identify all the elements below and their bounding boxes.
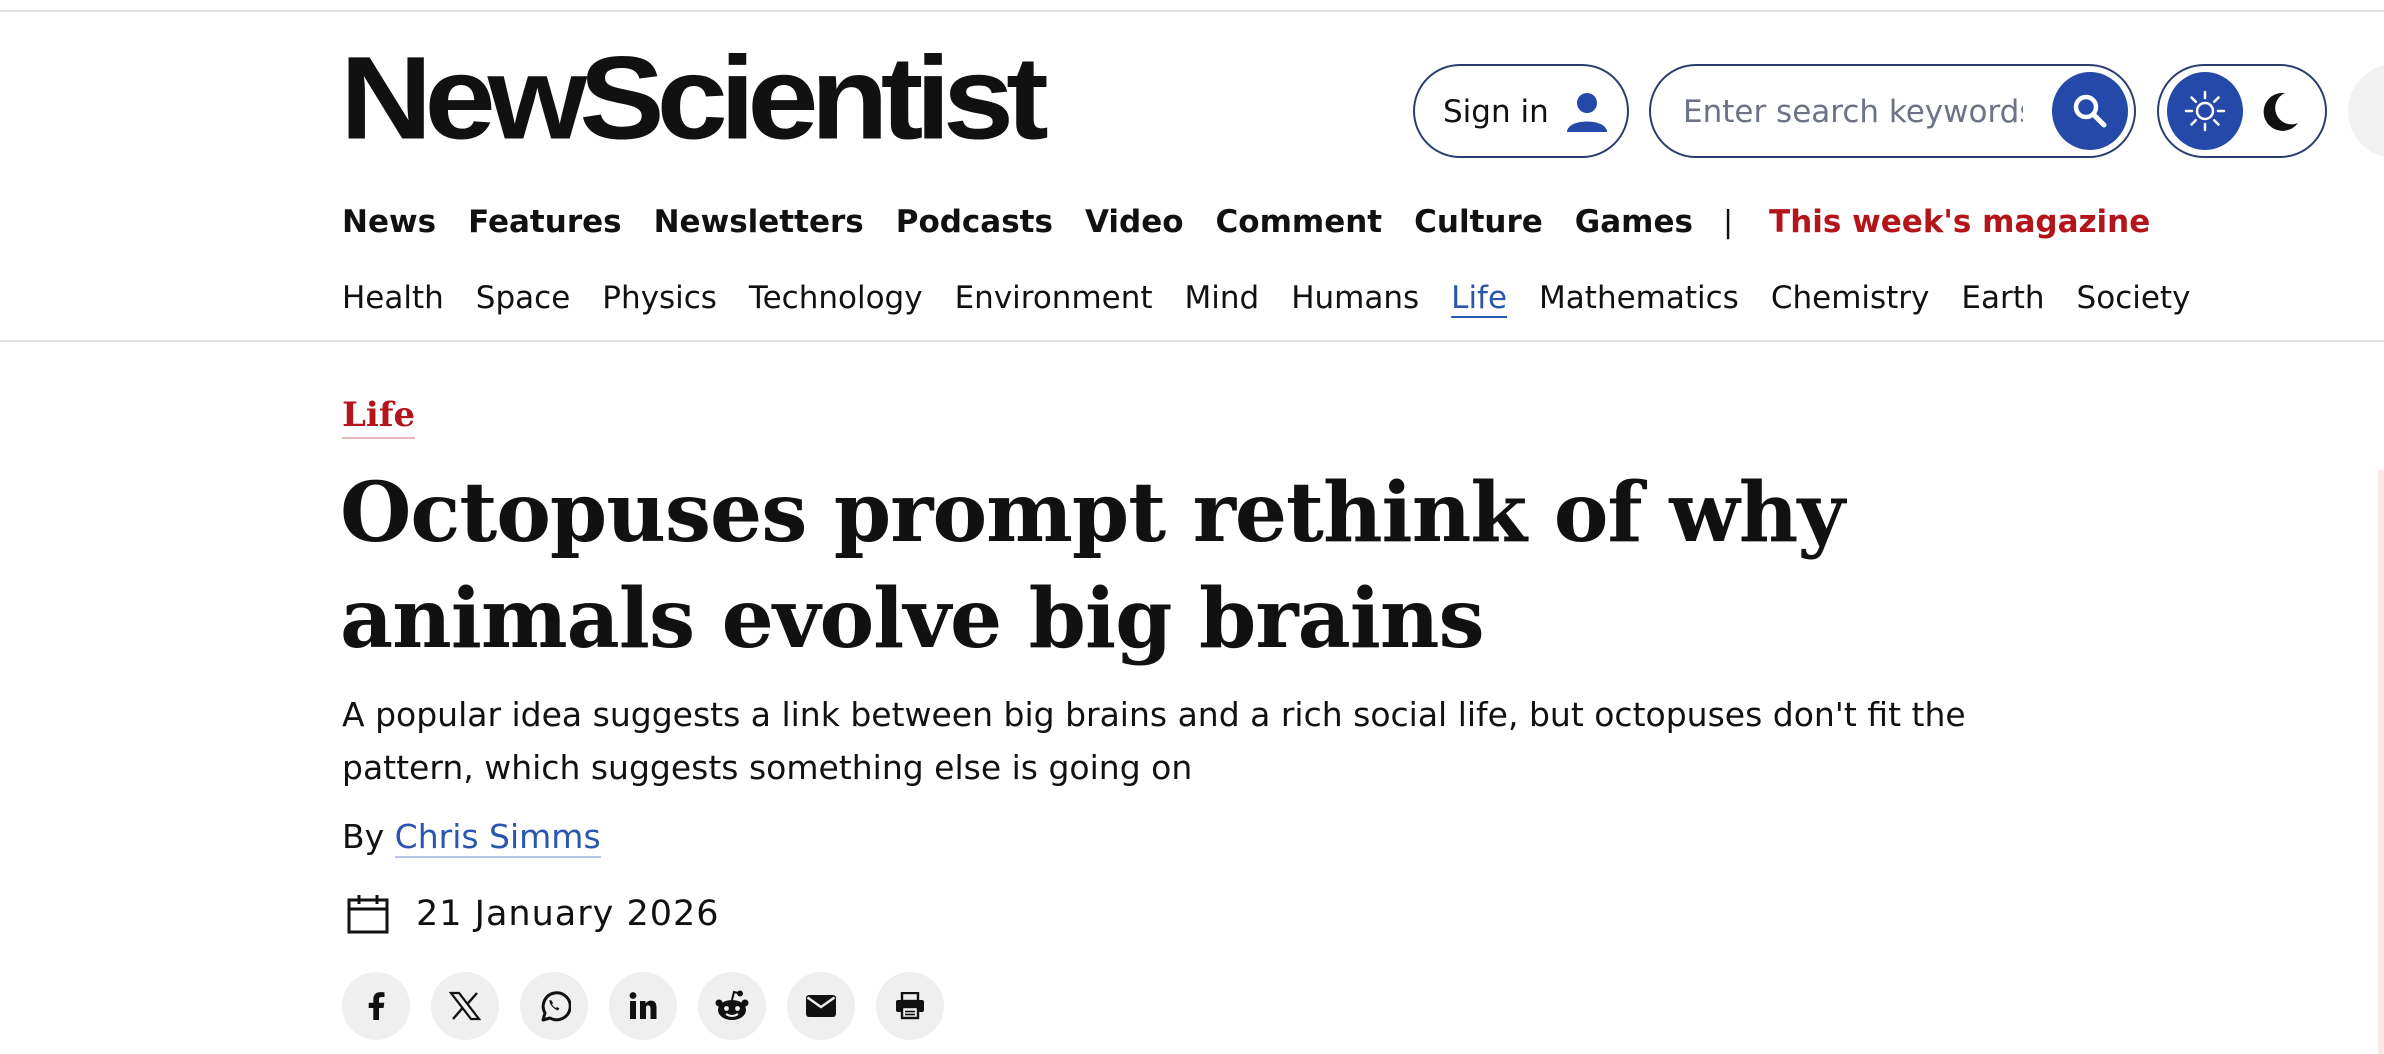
nav-item-culture[interactable]: Culture xyxy=(1414,204,1543,240)
nav-item-podcasts[interactable]: Podcasts xyxy=(896,204,1053,240)
topic-item-humans[interactable]: Humans xyxy=(1291,280,1419,316)
x-icon xyxy=(449,991,481,1021)
share-whatsapp-button[interactable] xyxy=(520,972,588,1040)
topic-item-life[interactable]: Life xyxy=(1451,280,1507,316)
byline-prefix: By xyxy=(342,817,385,856)
article-headline: Octopuses prompt rethink of why animals … xyxy=(340,465,1845,667)
share-bar xyxy=(342,972,965,1040)
print-icon xyxy=(896,992,924,1020)
right-edge-strip xyxy=(2378,470,2384,1054)
light-mode-button[interactable] xyxy=(2167,72,2243,150)
nav-item-newsletters[interactable]: Newsletters xyxy=(654,204,864,240)
calendar-icon xyxy=(347,895,389,934)
sign-in-button[interactable]: Sign in xyxy=(1413,64,1629,158)
topic-item-space[interactable]: Space xyxy=(476,280,570,316)
reddit-icon xyxy=(715,990,749,1020)
nav-separator: | xyxy=(1722,204,1734,240)
linkedin-icon xyxy=(629,992,657,1019)
share-linkedin-button[interactable] xyxy=(609,972,677,1040)
share-print-button[interactable] xyxy=(876,972,944,1040)
author-link[interactable]: Chris Simms xyxy=(394,817,601,858)
sun-icon xyxy=(2184,90,2226,132)
top-divider xyxy=(0,10,2384,12)
topic-nav: Health Space Physics Technology Environm… xyxy=(342,280,2222,316)
moon-icon[interactable] xyxy=(2261,90,2301,134)
nav-item-games[interactable]: Games xyxy=(1575,204,1693,240)
search-icon xyxy=(2073,94,2107,128)
nav-item-news[interactable]: News xyxy=(342,204,436,240)
topic-item-mathematics[interactable]: Mathematics xyxy=(1539,280,1739,316)
share-reddit-button[interactable] xyxy=(698,972,766,1040)
article-standfirst: A popular idea suggests a link between b… xyxy=(342,695,1966,787)
topic-item-health[interactable]: Health xyxy=(342,280,444,316)
header-divider xyxy=(0,340,2384,342)
nav-item-comment[interactable]: Comment xyxy=(1216,204,1383,240)
sign-in-label: Sign in xyxy=(1443,94,1549,130)
nav-item-this-weeks-magazine[interactable]: This week's magazine xyxy=(1769,204,2150,240)
topic-item-earth[interactable]: Earth xyxy=(1961,280,2044,316)
topic-item-physics[interactable]: Physics xyxy=(602,280,717,316)
search-box xyxy=(1649,64,2136,158)
theme-toggle[interactable] xyxy=(2157,64,2327,158)
facebook-icon xyxy=(368,992,385,1020)
section-link[interactable]: Life xyxy=(342,395,416,439)
main-nav: News Features Newsletters Podcasts Video… xyxy=(342,204,2150,240)
topic-item-mind[interactable]: Mind xyxy=(1185,280,1260,316)
byline: By Chris Simms xyxy=(342,817,601,858)
search-button[interactable] xyxy=(2052,72,2128,150)
topic-item-technology[interactable]: Technology xyxy=(749,280,923,316)
topic-item-chemistry[interactable]: Chemistry xyxy=(1771,280,1930,316)
email-icon xyxy=(806,995,836,1017)
topic-item-environment[interactable]: Environment xyxy=(955,280,1153,316)
publish-date-text: 21 January 2026 xyxy=(416,894,720,934)
nav-item-features[interactable]: Features xyxy=(468,204,622,240)
nav-item-video[interactable]: Video xyxy=(1085,204,1184,240)
share-facebook-button[interactable] xyxy=(342,972,410,1040)
user-icon xyxy=(1567,93,1607,132)
whatsapp-icon xyxy=(541,991,571,1022)
share-x-button[interactable] xyxy=(431,972,499,1040)
partial-header-button[interactable] xyxy=(2348,64,2384,158)
site-logo[interactable]: NewScientist xyxy=(340,40,1049,158)
share-email-button[interactable] xyxy=(787,972,855,1040)
publish-date: 21 January 2026 xyxy=(346,893,720,935)
topic-item-society[interactable]: Society xyxy=(2077,280,2191,316)
search-input[interactable] xyxy=(1681,88,2025,136)
